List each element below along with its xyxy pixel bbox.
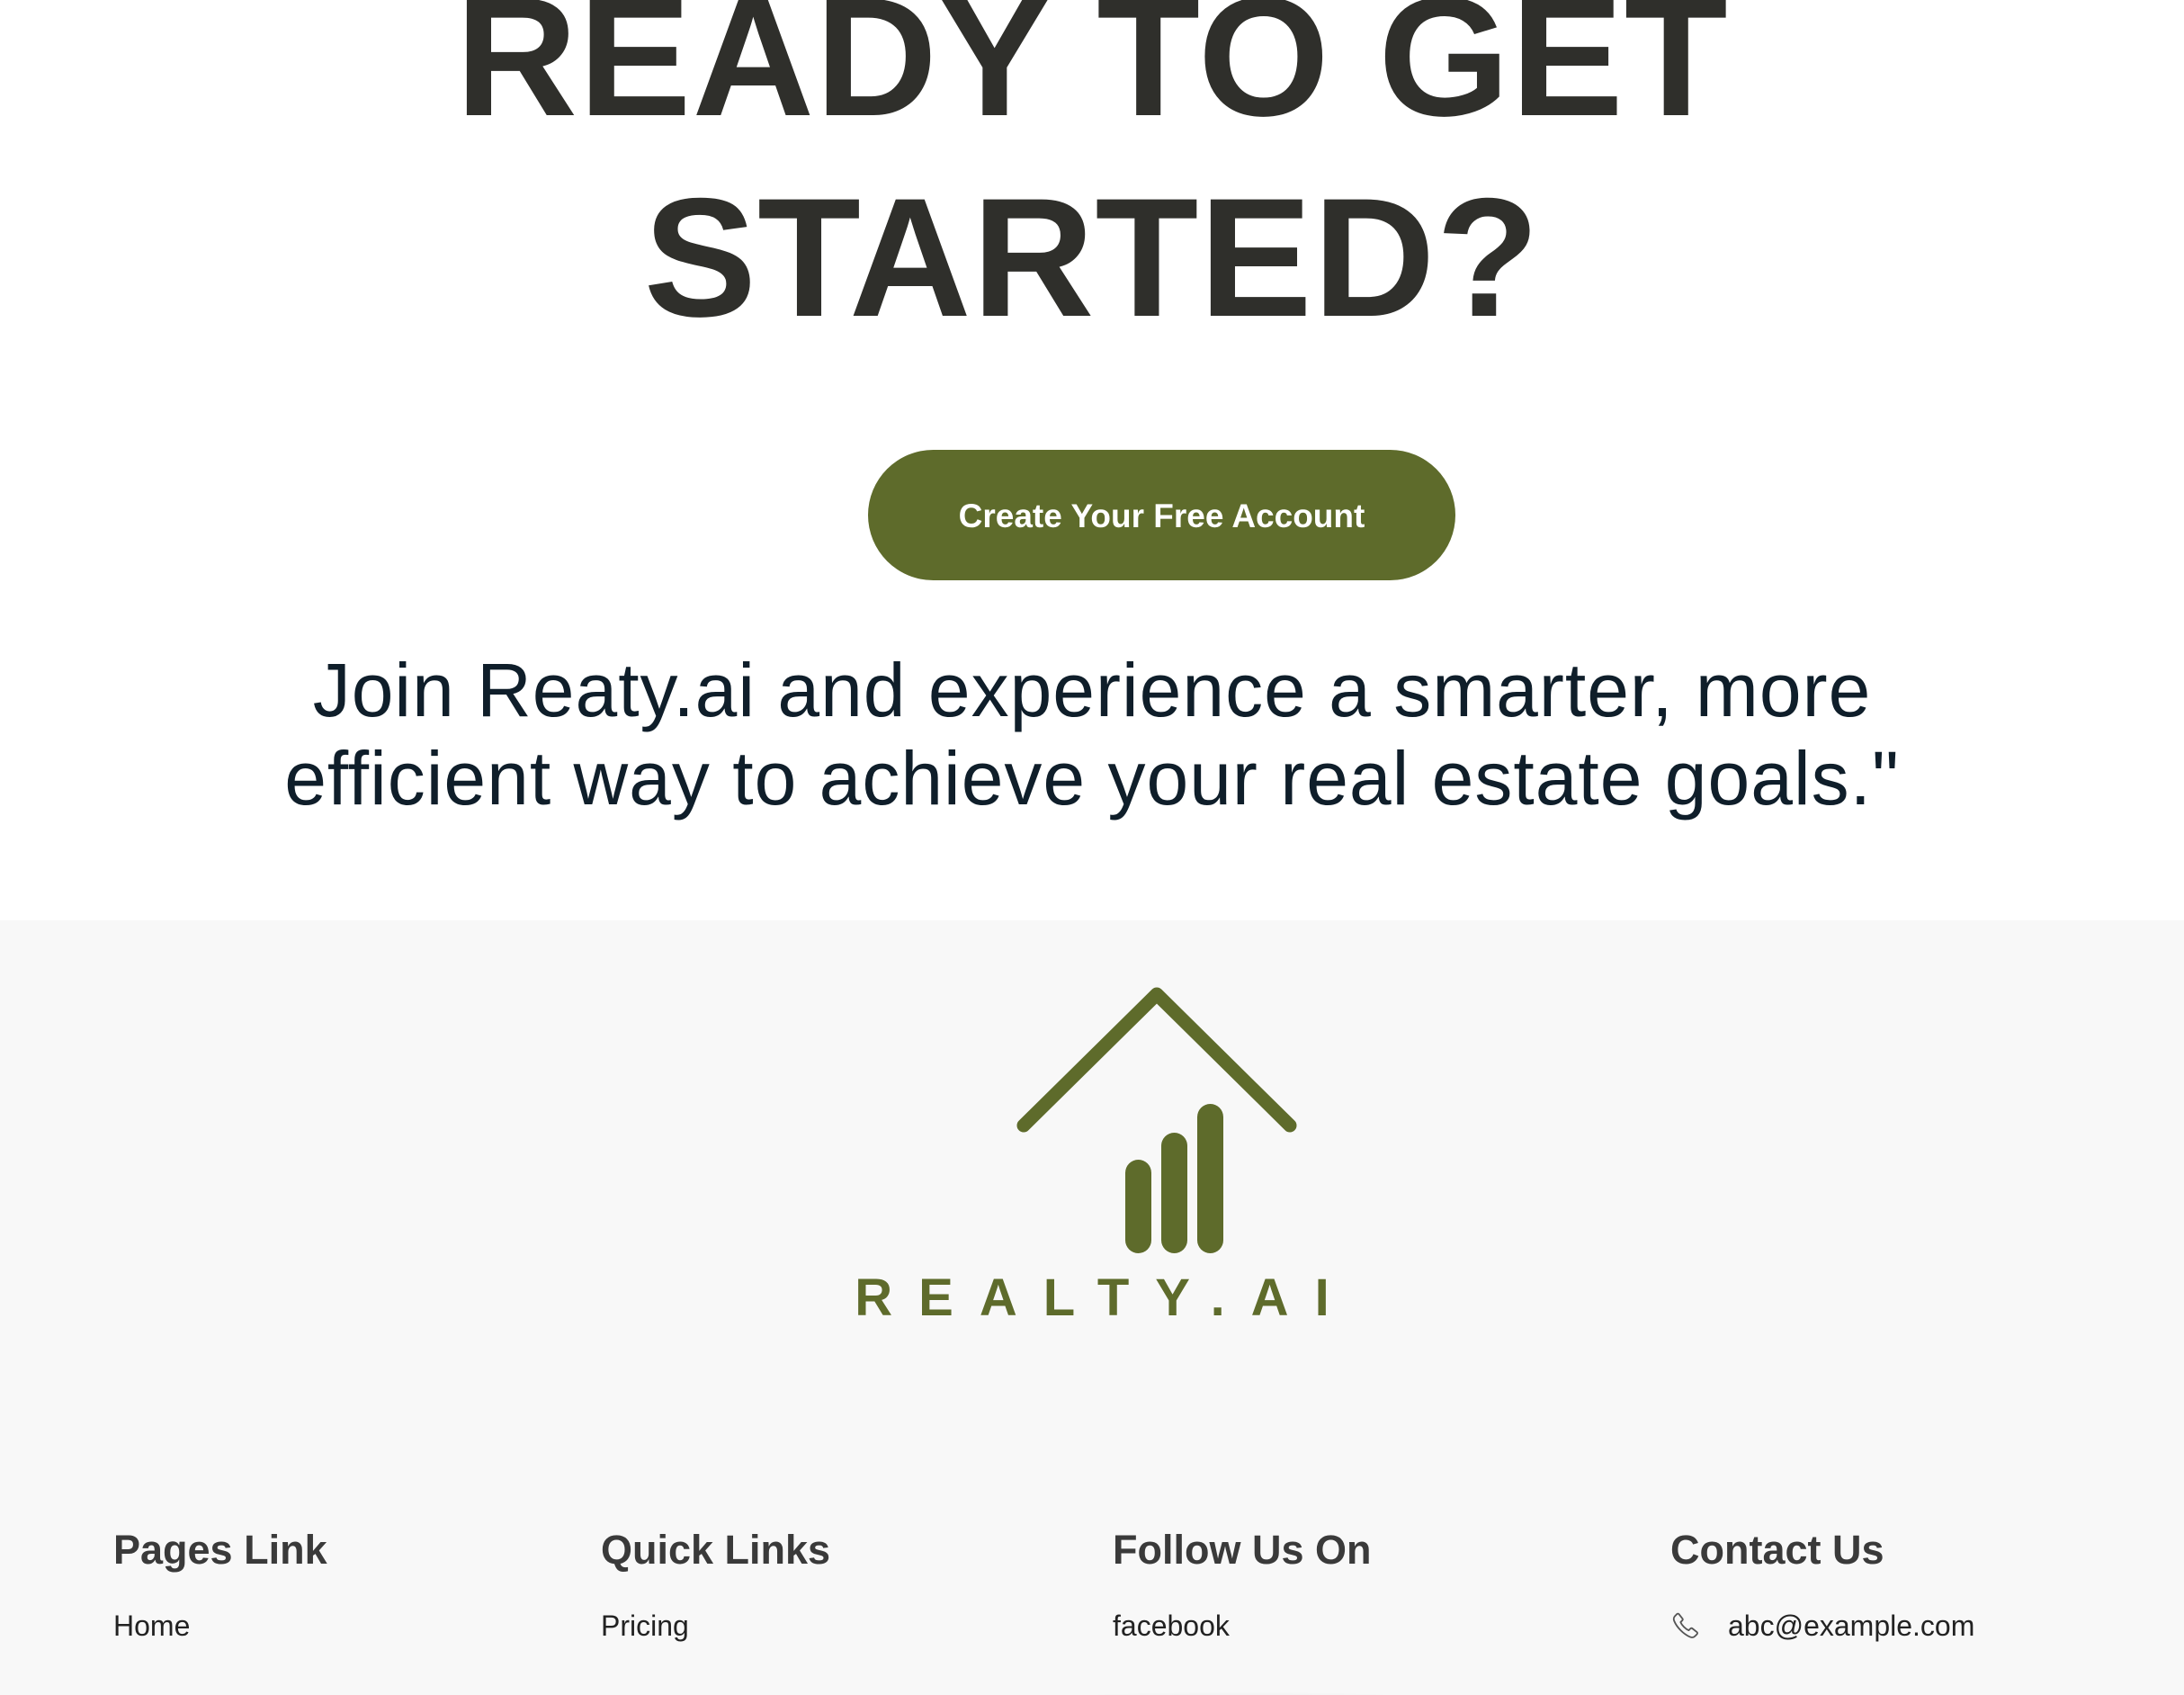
cta-subtitle-line-1: Join Reaty.ai and experience a smarter, … bbox=[312, 648, 1872, 732]
create-account-button[interactable]: Create Your Free Account bbox=[868, 450, 1455, 580]
cta-heading-line-1: READY TO GET bbox=[455, 0, 1729, 151]
page: READY TO GET STARTED? Create Your Free A… bbox=[0, 0, 2184, 1695]
footer-column-title: Quick Links bbox=[601, 1527, 831, 1573]
footer-column-follow: Follow Us On facebook bbox=[1113, 1523, 1372, 1644]
footer-column-quick-links: Quick Links Pricing bbox=[601, 1523, 830, 1644]
footer-column-title: Contact Us bbox=[1670, 1527, 1884, 1573]
footer-link-home[interactable]: Home bbox=[113, 1608, 327, 1644]
brand-name: REALTY.AI bbox=[855, 1269, 1356, 1327]
phone-icon bbox=[1672, 1612, 1698, 1638]
house-bar-chart-icon[interactable] bbox=[1015, 982, 1299, 1266]
footer-link-facebook[interactable]: facebook bbox=[1113, 1608, 1372, 1644]
footer-column-title: Follow Us On bbox=[1113, 1527, 1372, 1573]
footer-column-pages: Pages Link Home bbox=[113, 1523, 327, 1644]
cta-subtitle-line-2: efficient way to achieve your real estat… bbox=[284, 736, 1900, 821]
cta-heading-line-2: STARTED? bbox=[643, 163, 1541, 352]
cta-section: READY TO GET STARTED? Create Your Free A… bbox=[0, 0, 2184, 920]
cta-heading: READY TO GET STARTED? bbox=[0, 0, 2184, 358]
site-footer: REALTY.AI Pages Link Home Quick Links Pr… bbox=[0, 920, 2184, 1695]
cta-subtitle: Join Reaty.ai and experience a smarter, … bbox=[237, 646, 1947, 822]
footer-column-contact: Contact Us abc@example.com bbox=[1670, 1523, 1974, 1644]
footer-link-email[interactable]: abc@example.com bbox=[1728, 1608, 1974, 1644]
contact-email-row: abc@example.com bbox=[1670, 1608, 1974, 1644]
footer-link-pricing[interactable]: Pricing bbox=[601, 1608, 830, 1644]
footer-column-title: Pages Link bbox=[113, 1527, 327, 1573]
